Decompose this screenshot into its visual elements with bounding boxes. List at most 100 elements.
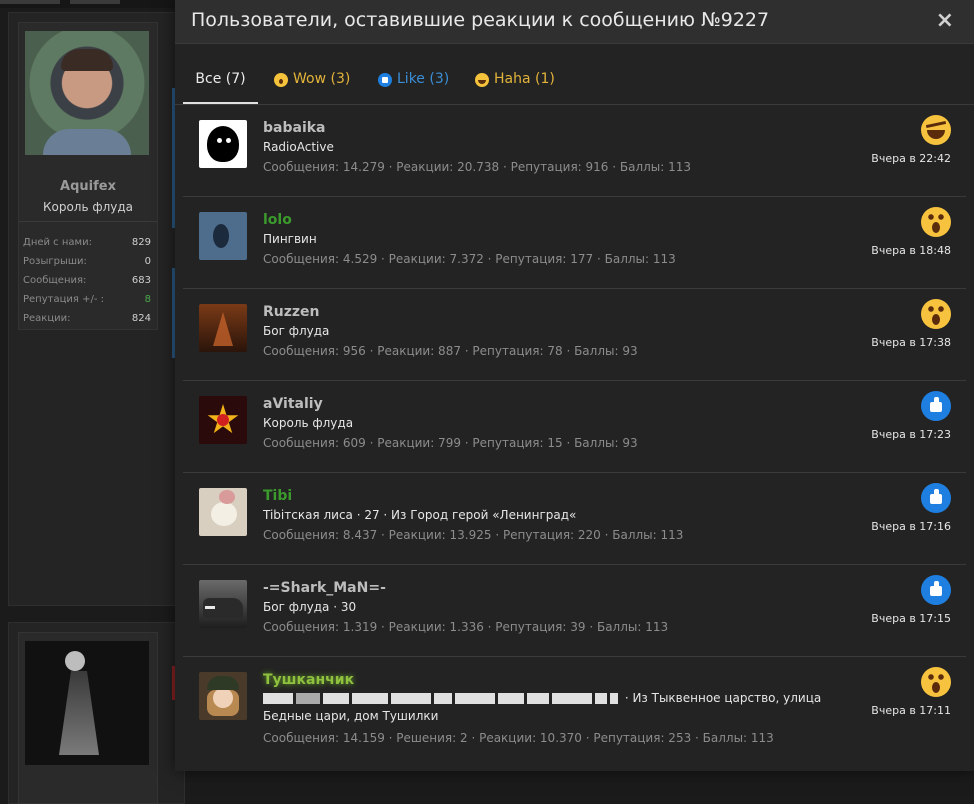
avatar-hair — [61, 49, 113, 71]
glyph-block — [263, 693, 293, 704]
top-strip-block — [0, 0, 60, 4]
list-item: babaika RadioActive Сообщения: 14.279 · … — [183, 105, 966, 197]
user-name[interactable]: -=Shark_MaN=- — [263, 580, 386, 596]
user-title: Tibiтская лиса · 27 · Из Город герой «Ле… — [263, 508, 577, 522]
user-name[interactable]: lolo — [263, 212, 292, 228]
tab-label: Like (3) — [397, 71, 450, 87]
glyph-block — [296, 693, 320, 704]
user-stats: Сообщения: 14.279 · Реакции: 20.738 · Ре… — [263, 160, 692, 174]
poster-name[interactable]: Aquifex — [19, 179, 157, 194]
user-name[interactable]: aVitaliy — [263, 396, 323, 412]
user-title: Пингвин — [263, 232, 317, 246]
modal-title: Пользователи, оставившие реакции к сообщ… — [191, 9, 770, 31]
poster-card: Aquifex Король флуда Дней с нами: 829 Роз… — [18, 22, 158, 330]
user-name[interactable]: Тушканчик — [263, 672, 354, 688]
user-stats: Сообщения: 8.437 · Реакции: 13.925 · Реп… — [263, 528, 684, 542]
stat-row: Сообщения: 683 — [23, 271, 151, 290]
reaction-time[interactable]: Вчера в 17:23 — [871, 428, 951, 441]
avatar-body — [59, 671, 99, 755]
list-item: lolo Пингвин Сообщения: 4.529 · Реакции:… — [183, 197, 966, 289]
stat-label: Репутация +/- : — [23, 294, 104, 305]
avatar-shirt — [43, 129, 131, 155]
user-title: · Из Тыквенное царство, улица Бедные цар… — [263, 689, 863, 725]
user-avatar[interactable] — [199, 304, 247, 352]
glyph-block — [498, 693, 524, 704]
glyph-block — [595, 693, 607, 704]
close-icon[interactable]: × — [936, 8, 954, 34]
stat-row: Репутация +/- : 8 — [23, 290, 151, 309]
list-item: Tibi Tibiтская лиса · 27 · Из Город геро… — [183, 473, 966, 565]
tab-wow[interactable]: Wow (3) — [274, 71, 350, 103]
user-avatar[interactable] — [199, 396, 247, 444]
wow-icon — [921, 667, 951, 697]
avatar-shape — [213, 688, 233, 708]
glyph-block — [455, 693, 495, 704]
user-name[interactable]: Tibi — [263, 488, 292, 504]
glyph-block — [552, 693, 592, 704]
stat-value: 683 — [131, 275, 151, 286]
user-name[interactable]: Ruzzen — [263, 304, 320, 320]
user-stats: Сообщения: 14.159 · Решения: 2 · Реакции… — [263, 731, 774, 745]
glyph-block — [391, 693, 431, 704]
user-avatar[interactable] — [199, 120, 247, 168]
stat-row: Реакции: 824 — [23, 309, 151, 328]
tab-all[interactable]: Все (7) — [183, 71, 258, 104]
list-item: Ruzzen Бог флуда Сообщения: 956 · Реакци… — [183, 289, 966, 381]
user-stats: Сообщения: 956 · Реакции: 887 · Репутаци… — [263, 344, 638, 358]
user-stats: Сообщения: 609 · Реакции: 799 · Репутаци… — [263, 436, 638, 450]
tab-like[interactable]: Like (3) — [378, 71, 449, 103]
avatar-shape — [213, 224, 229, 248]
tab-label: Все (7) — [195, 71, 246, 87]
top-strip-block — [70, 0, 120, 4]
reaction-tabs: Все (7) Wow (3) Like (3) Haha (1) — [175, 44, 974, 105]
avatar-eye — [217, 138, 222, 143]
poster-avatar[interactable] — [25, 31, 149, 155]
user-stats: Сообщения: 1.319 · Реакции: 1.336 · Репу… — [263, 620, 669, 634]
reaction-time[interactable]: Вчера в 17:11 — [871, 704, 951, 717]
haha-icon — [921, 115, 951, 145]
like-icon — [921, 483, 951, 513]
user-avatar[interactable] — [199, 672, 247, 720]
list-item: -=Shark_MaN=- Бог флуда · 30 Сообщения: … — [183, 565, 966, 657]
reactions-modal: Пользователи, оставившие реакции к сообщ… — [175, 0, 974, 771]
poster-stats: Дней с нами: 829 Розыгрыши: 0 Сообщения: 68… — [23, 233, 151, 328]
stat-label: Сообщения: — [23, 275, 87, 286]
tab-haha[interactable]: Haha (1) — [475, 71, 555, 103]
reaction-time[interactable]: Вчера в 17:15 — [871, 612, 951, 625]
user-avatar[interactable] — [199, 212, 247, 260]
glyph-block — [527, 693, 549, 704]
haha-icon — [475, 73, 489, 87]
reaction-time[interactable]: Вчера в 18:48 — [871, 244, 951, 257]
avatar-shape — [213, 312, 233, 346]
avatar-shape — [205, 606, 215, 609]
user-avatar[interactable] — [199, 580, 247, 628]
reaction-time[interactable]: Вчера в 17:38 — [871, 336, 951, 349]
user-avatar[interactable] — [199, 488, 247, 536]
divider — [19, 221, 157, 222]
user-name[interactable]: babaika — [263, 120, 326, 136]
user-title: Бог флуда — [263, 324, 330, 338]
avatar-shape — [219, 490, 235, 504]
stat-value: 829 — [131, 237, 151, 248]
tab-label: Wow (3) — [293, 71, 351, 87]
wow-icon — [921, 207, 951, 237]
like-icon — [378, 73, 392, 87]
glyph-block — [323, 693, 349, 704]
glyph-block — [434, 693, 452, 704]
stat-row: Розыгрыши: 0 — [23, 252, 151, 271]
avatar-eye — [226, 138, 231, 143]
user-stats: Сообщения: 4.529 · Реакции: 7.372 · Репу… — [263, 252, 676, 266]
avatar-shape — [217, 414, 229, 426]
glyph-block — [352, 693, 388, 704]
stat-label: Дней с нами: — [23, 237, 92, 248]
poster-card — [18, 632, 158, 804]
tab-label: Haha (1) — [494, 71, 555, 87]
avatar-shape — [207, 126, 239, 162]
reaction-time[interactable]: Вчера в 17:16 — [871, 520, 951, 533]
reaction-time[interactable]: Вчера в 22:42 — [871, 152, 951, 165]
list-item: aVitaliy Король флуда Сообщения: 609 · Р… — [183, 381, 966, 473]
poster-avatar[interactable] — [25, 641, 149, 765]
like-icon — [921, 575, 951, 605]
stat-row: Дней с нами: 829 — [23, 233, 151, 252]
stat-label: Реакции: — [23, 313, 71, 324]
